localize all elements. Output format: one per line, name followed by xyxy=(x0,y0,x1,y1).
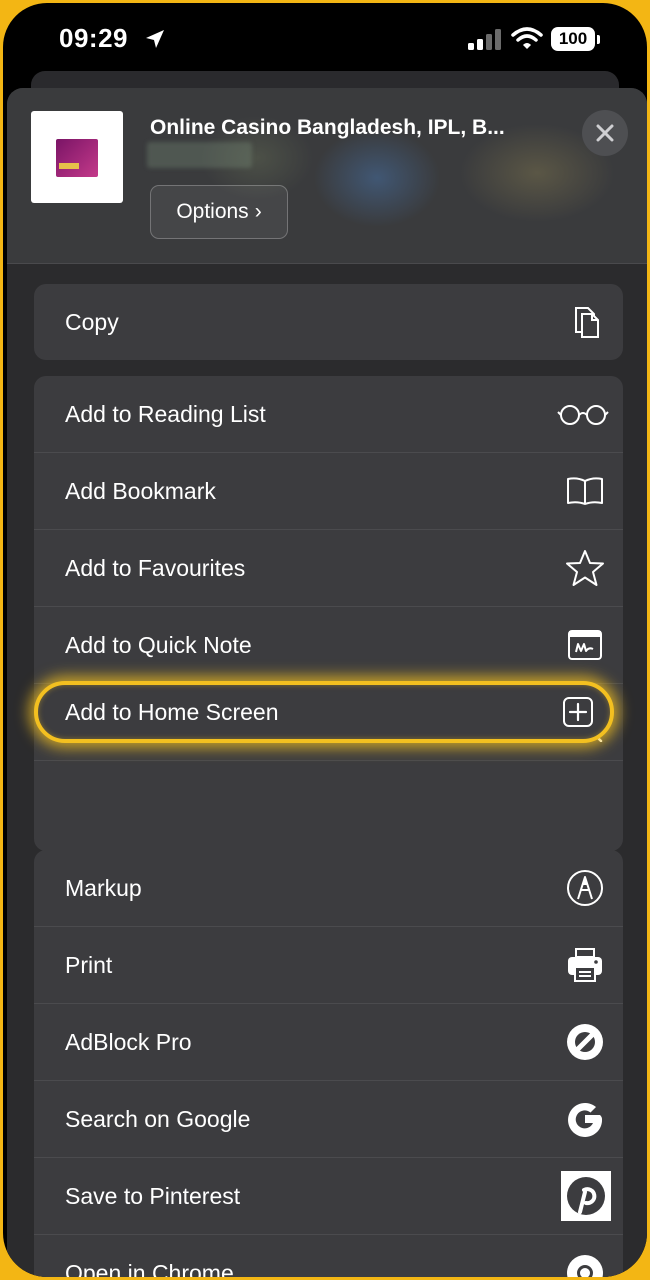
action-group-page: Add to Reading List Add Bookmark Add to … xyxy=(34,376,623,851)
action-label: Copy xyxy=(65,309,119,335)
action-add-to-reading-list[interactable]: Add to Reading List xyxy=(34,376,623,453)
battery-level: 100 xyxy=(551,27,595,51)
book-icon xyxy=(565,471,605,511)
action-group-extensions: Markup Print AdBlock Pro Search on Googl… xyxy=(34,850,623,1277)
google-icon xyxy=(563,1097,607,1141)
action-label: Add to Favourites xyxy=(65,555,246,581)
phone-frame: 09:29 100 Online Casino Bangladesh, IPL,… xyxy=(3,3,647,1277)
cellular-signal-icon xyxy=(468,29,502,56)
action-label: AdBlock Pro xyxy=(65,1029,192,1055)
action-label: Open in Chrome xyxy=(65,1260,234,1277)
glasses-icon xyxy=(557,394,609,434)
action-copy[interactable]: Copy xyxy=(34,284,623,360)
wifi-icon xyxy=(511,27,543,56)
action-add-to-favourites[interactable]: Add to Favourites xyxy=(34,530,623,607)
page-title: Online Casino Bangladesh, IPL, B... xyxy=(150,116,505,139)
action-row-spacer xyxy=(34,761,623,851)
blurred-url xyxy=(147,142,252,168)
markup-pen-icon xyxy=(565,868,605,908)
close-button[interactable] xyxy=(582,110,628,156)
action-print[interactable]: Print xyxy=(34,927,623,1004)
action-open-in-chrome[interactable]: Open in Chrome xyxy=(34,1235,623,1277)
share-sheet-header: Online Casino Bangladesh, IPL, B... Opti… xyxy=(7,88,647,264)
copy-icon xyxy=(565,302,605,342)
quick-note-icon xyxy=(565,625,605,665)
printer-icon xyxy=(565,945,605,985)
action-label: Add to Reading List xyxy=(65,401,266,427)
status-time: 09:29 xyxy=(59,23,128,53)
chrome-icon xyxy=(565,1253,605,1277)
location-arrow-icon xyxy=(144,28,166,55)
options-label: Options xyxy=(176,200,249,223)
chevron-right-icon: › xyxy=(254,200,262,223)
action-label: Markup xyxy=(65,875,142,901)
site-thumbnail-accent xyxy=(59,163,79,169)
battery-icon xyxy=(597,35,600,44)
action-add-to-quick-note[interactable]: Add to Quick Note xyxy=(34,607,623,684)
action-adblock-pro[interactable]: AdBlock Pro xyxy=(34,1004,623,1081)
action-add-to-home-screen[interactable]: Add to Home Screen xyxy=(34,681,614,743)
action-add-bookmark[interactable]: Add Bookmark xyxy=(34,453,623,530)
action-label: Add to Quick Note xyxy=(65,632,252,658)
site-thumbnail-image xyxy=(56,139,98,177)
site-thumbnail xyxy=(31,111,123,203)
pinterest-icon xyxy=(561,1171,611,1221)
action-search-on-google[interactable]: Search on Google xyxy=(34,1081,623,1158)
close-icon xyxy=(596,124,614,142)
action-label: Add to Home Screen xyxy=(65,699,279,725)
action-save-to-pinterest[interactable]: Save to Pinterest xyxy=(34,1158,623,1235)
action-markup[interactable]: Markup xyxy=(34,850,623,927)
action-label: Save to Pinterest xyxy=(65,1183,241,1209)
options-button[interactable]: Options › xyxy=(150,185,288,239)
plus-square-icon xyxy=(558,692,598,732)
block-icon xyxy=(565,1022,605,1062)
action-label: Add Bookmark xyxy=(65,478,216,504)
action-group-copy: Copy xyxy=(34,284,623,360)
action-label: Search on Google xyxy=(65,1106,251,1132)
star-icon xyxy=(565,548,605,588)
action-label: Print xyxy=(65,952,113,978)
